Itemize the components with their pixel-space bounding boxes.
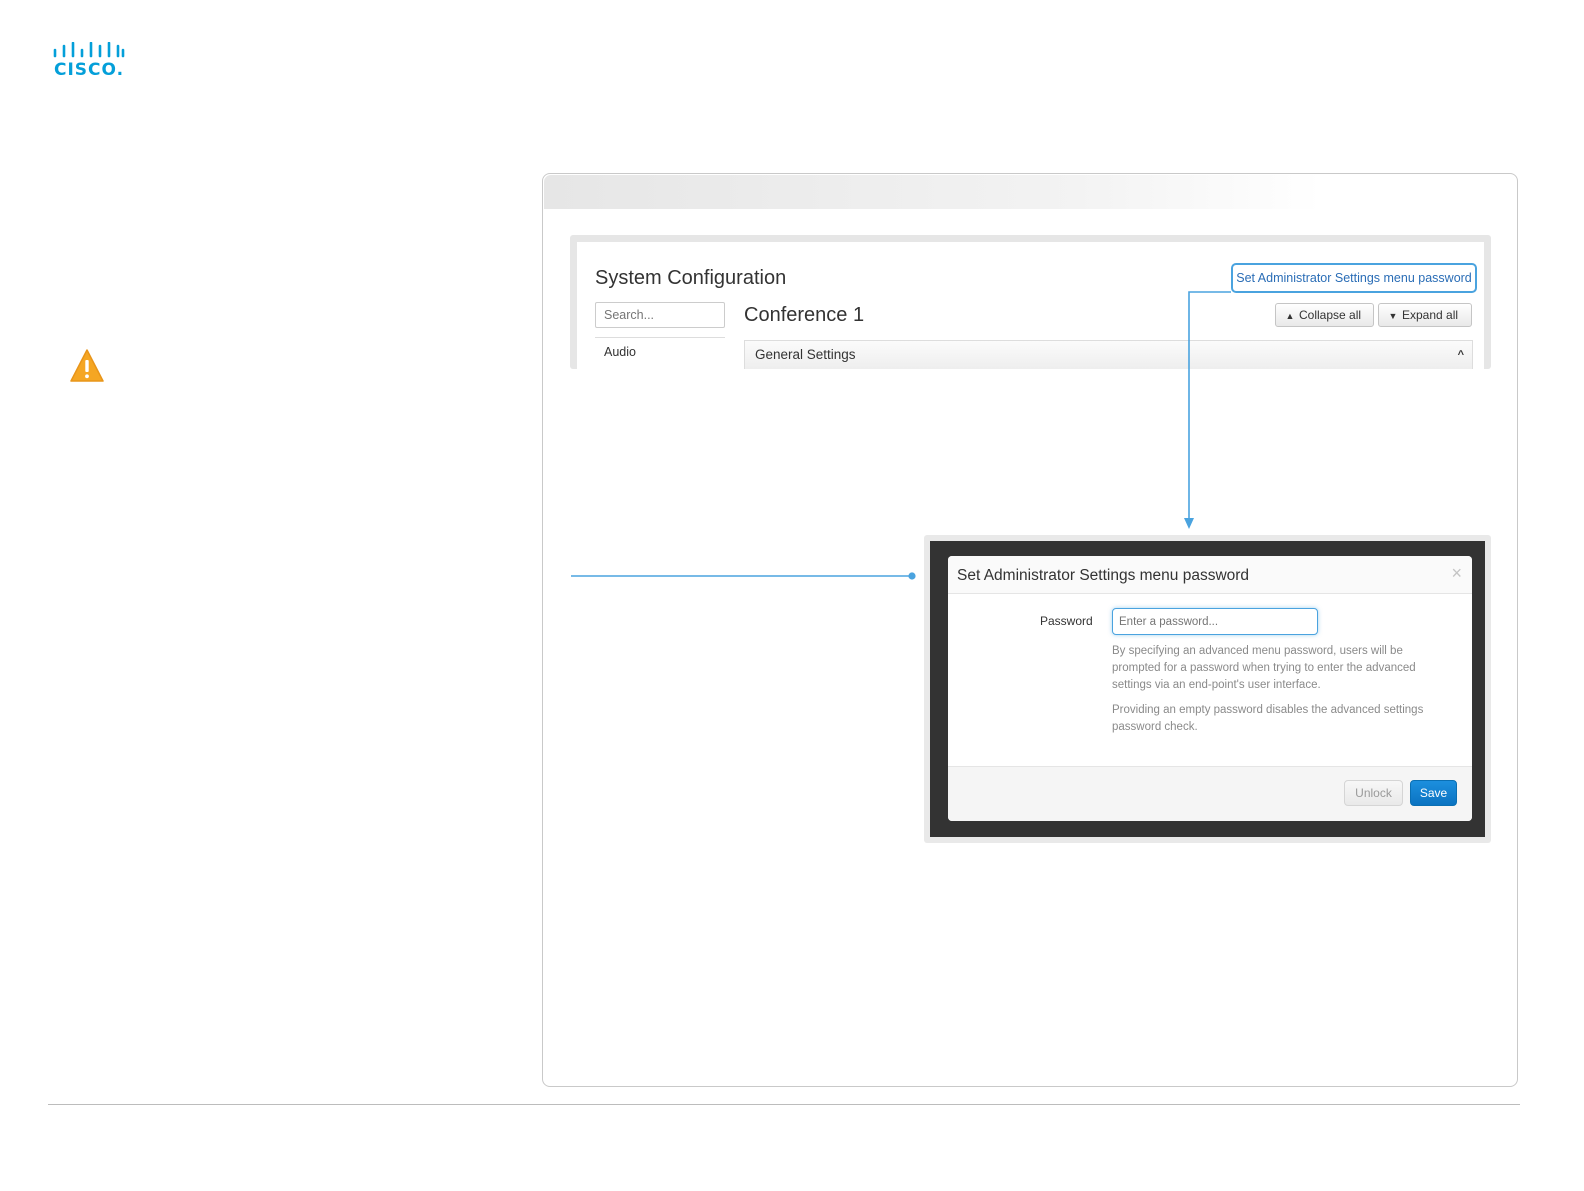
help-text-secondary: Providing an empty password disables the…	[1112, 704, 1424, 733]
frame-header	[544, 175, 1516, 209]
divider	[595, 337, 725, 338]
section-title: Conference 1	[744, 304, 865, 326]
set-admin-password-link[interactable]: Set Administrator Settings menu password	[1231, 263, 1477, 293]
page-title: System Configuration	[595, 267, 787, 289]
cisco-bars-icon	[53, 41, 125, 58]
cisco-logo: CISCO.	[52, 41, 126, 82]
help-text: By specifying an advanced menu password,…	[1112, 645, 1416, 691]
unlock-button[interactable]: Unlock	[1344, 780, 1403, 806]
password-field[interactable]	[1112, 608, 1318, 635]
password-label: Password	[1040, 614, 1093, 628]
dialog-footer: Unlock Save	[948, 766, 1472, 821]
chevron-up-icon: ^	[1457, 349, 1464, 361]
close-icon[interactable]: ×	[1451, 563, 1462, 584]
footer-divider	[48, 1104, 1520, 1105]
search-input[interactable]	[595, 302, 725, 328]
general-settings-label: General Settings	[755, 347, 856, 362]
save-button[interactable]: Save	[1410, 780, 1457, 806]
chevron-down-icon: ▼	[1388, 311, 1398, 321]
collapse-all-button[interactable]: ▲ Collapse all	[1275, 303, 1374, 327]
sidebar-item-audio[interactable]: Audio	[604, 345, 636, 359]
dialog-header: Set Administrator Settings menu password…	[948, 556, 1472, 594]
general-settings-header[interactable]: General Settings ^	[744, 340, 1473, 369]
modal-screenshot: Set Administrator Settings menu password…	[924, 535, 1491, 843]
warning-triangle-icon	[70, 349, 104, 383]
password-dialog: Set Administrator Settings menu password…	[948, 556, 1472, 821]
expand-all-label: Expand all	[1402, 308, 1459, 322]
dialog-title: Set Administrator Settings menu password	[957, 567, 1250, 584]
chevron-up-icon: ▲	[1285, 311, 1295, 321]
expand-all-button[interactable]: ▼ Expand all	[1378, 303, 1472, 327]
collapse-all-label: Collapse all	[1299, 308, 1362, 322]
modal-backdrop: Set Administrator Settings menu password…	[930, 541, 1485, 837]
cisco-wordmark: CISCO.	[53, 60, 125, 80]
